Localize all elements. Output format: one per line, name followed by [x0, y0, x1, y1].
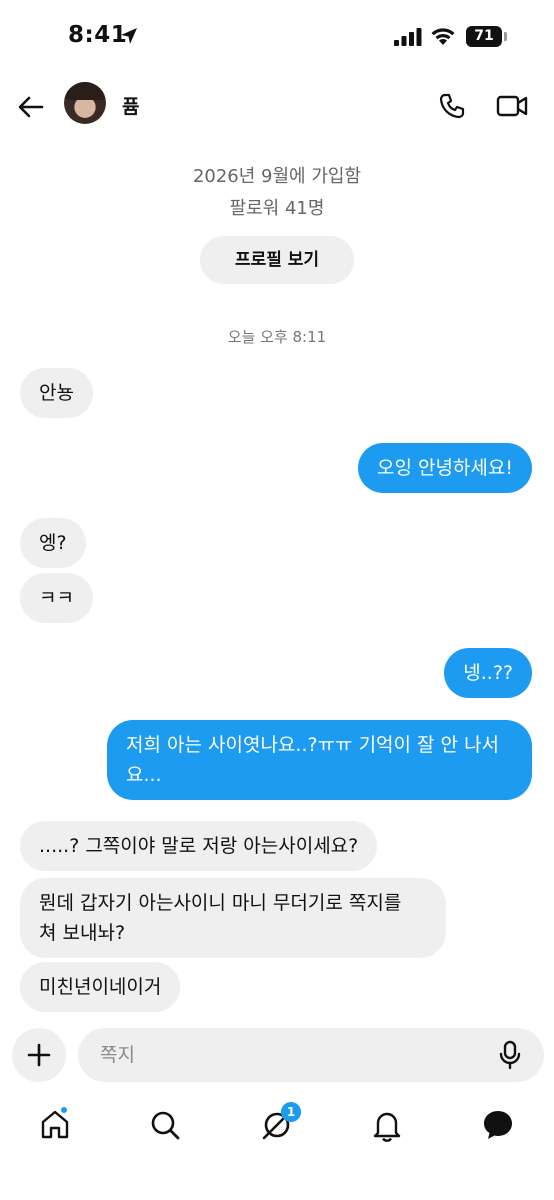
notification-badge: 1 [281, 1102, 301, 1122]
home-notification-dot [60, 1106, 68, 1114]
message-text: 엥? [39, 532, 67, 554]
home-icon[interactable] [38, 1108, 72, 1142]
message-bubble-incoming[interactable]: ㅋㅋ [20, 573, 93, 623]
message-text: 넹..?? [463, 662, 513, 684]
add-attachment-button[interactable] [12, 1028, 66, 1082]
message-text-line: 요... [126, 764, 162, 786]
avatar[interactable] [64, 82, 106, 124]
message-input[interactable] [78, 1028, 544, 1082]
message-text: 미친년이네이거 [39, 976, 162, 998]
avatar-hair [64, 82, 106, 100]
status-bar: 8:41 71 [0, 0, 554, 76]
message-bubble-incoming[interactable]: 안뇽 [20, 368, 93, 418]
message-text: 안뇽 [39, 382, 74, 404]
message-timestamp: 오늘 오후 8:11 [227, 328, 327, 346]
message-text: .....? 그쪽이야 말로 저랑 아는사이세요? [39, 835, 359, 857]
battery-icon: 71 [466, 26, 502, 47]
message-bubble-incoming[interactable]: .....? 그쪽이야 말로 저랑 아는사이세요? [20, 821, 378, 871]
location-arrow-icon [121, 28, 137, 44]
message-bubble-outgoing[interactable]: 오잉 안녕하세요! [357, 443, 532, 493]
follower-count: 팔로워 41명 [229, 198, 325, 219]
contact-name[interactable]: 퓸 [122, 92, 139, 119]
message-bubble-outgoing[interactable]: 저희 아는 사이엿나요..?ㅠㅠ 기억이 잘 안 나서 요... [107, 720, 532, 800]
message-bubble-incoming[interactable]: 미친년이네이거 [20, 962, 181, 1012]
plus-icon [27, 1043, 51, 1067]
battery-percent: 71 [474, 28, 494, 44]
back-arrow-icon[interactable] [16, 92, 46, 122]
message-bubble-incoming[interactable]: 엥? [20, 518, 86, 568]
status-time: 8:41 [68, 22, 128, 48]
bottom-navigation: 1 [0, 1096, 554, 1200]
cellular-signal-icon [394, 28, 422, 46]
joined-date: 2026년 9월에 가입함 [192, 166, 362, 187]
wifi-icon [431, 28, 455, 45]
message-text-line: 저희 아는 사이엿나요..?ㅠㅠ 기억이 잘 안 나서 [126, 734, 500, 756]
message-text: 오잉 안녕하세요! [376, 457, 513, 479]
message-bubble-outgoing[interactable]: 넹..?? [444, 648, 532, 698]
video-camera-icon[interactable] [496, 93, 528, 119]
message-bubble-incoming[interactable]: 뭔데 갑자기 아는사이니 마니 무더기로 쪽지를 쳐 보내놔? [20, 878, 446, 958]
view-profile-button[interactable]: 프로필 보기 [200, 236, 354, 284]
bell-icon[interactable] [370, 1108, 404, 1142]
phone-icon[interactable] [438, 92, 466, 120]
message-text: ㅋㅋ [39, 587, 74, 609]
battery-cap [504, 32, 507, 41]
search-icon[interactable] [148, 1108, 182, 1142]
conversation-header: 퓸 [0, 76, 554, 136]
microphone-icon[interactable] [498, 1040, 522, 1070]
messages-icon[interactable] [481, 1108, 515, 1142]
message-text-line: 뭔데 갑자기 아는사이니 마니 무더기로 쪽지를 [39, 892, 402, 914]
message-text-line: 쳐 보내놔? [39, 922, 126, 944]
